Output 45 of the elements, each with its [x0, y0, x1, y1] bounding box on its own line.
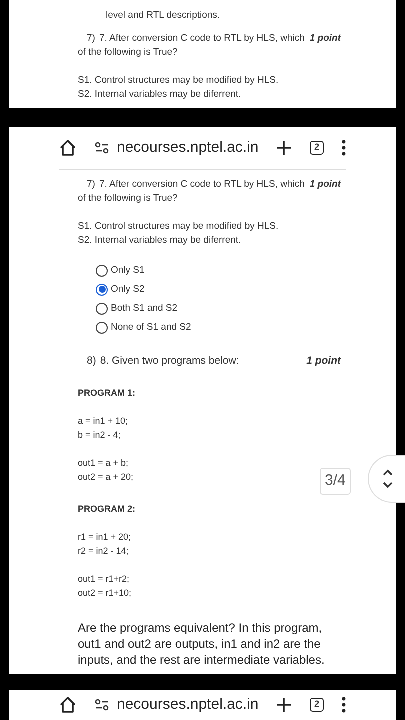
tab-count-button[interactable]: 2	[310, 141, 324, 155]
radio-button[interactable]	[96, 322, 108, 334]
statement-text: S2. Internal variables may be diferrent.	[78, 88, 242, 102]
question-description: Are the programs equivalent? In this program, out1 and out2 are outputs, in1 and in2 are the inputs, and the rest are intermediate variables.	[78, 620, 326, 668]
statement-text: S1. Control structures may be modified by HLS.	[78, 220, 280, 234]
site-settings-icon[interactable]	[95, 699, 109, 711]
code-line: out2 = a + 20;	[78, 471, 134, 484]
menu-icon[interactable]	[342, 140, 346, 156]
points-label: 1 point	[310, 32, 341, 46]
url-text[interactable]: necourses.nptel.ac.in	[117, 694, 259, 716]
points-label: 1 point	[306, 354, 341, 368]
site-settings-icon[interactable]	[95, 142, 109, 154]
option-label[interactable]: Only S2	[111, 282, 145, 296]
page-indicator: 3/4	[320, 468, 351, 494]
code-line: out2 = r1+10;	[78, 587, 132, 600]
new-tab-icon[interactable]	[276, 140, 292, 156]
radio-button[interactable]	[96, 284, 108, 296]
home-icon[interactable]	[59, 139, 77, 157]
code-line: a = in1 + 10;	[78, 415, 128, 428]
code-line: b = in2 - 4;	[78, 429, 121, 442]
question-text: 7) 7. After conversion C code to RTL by HLS, which of the following is True?	[78, 178, 306, 206]
statement-text: S2. Internal variables may be diferrent.	[78, 234, 242, 248]
radio-button[interactable]	[96, 264, 108, 276]
up-down-chevron-icon	[382, 468, 394, 490]
code-line: r1 = in1 + 20;	[78, 531, 132, 544]
radio-button[interactable]	[96, 302, 108, 314]
home-icon[interactable]	[59, 696, 77, 714]
option-label[interactable]: Both S1 and S2	[111, 302, 178, 316]
question-text: 8) 8. Given two programs below:	[86, 354, 240, 368]
code-line: out1 = a + b;	[78, 457, 129, 470]
scroll-button[interactable]	[368, 455, 405, 503]
program-heading: PROGRAM 2:	[78, 503, 137, 516]
menu-icon[interactable]	[342, 697, 346, 713]
tab-count-button[interactable]: 2	[310, 698, 324, 712]
text-line: level and RTL descriptions.	[106, 10, 220, 21]
code-line: r2 = in2 - 14;	[78, 545, 129, 558]
option-label[interactable]: Only S1	[111, 264, 145, 278]
code-line: out1 = r1+r2;	[78, 573, 130, 586]
question-text: 7) 7. After conversion C code to RTL by HLS, which of the following is True?	[78, 32, 306, 60]
program-heading: PROGRAM 1:	[78, 387, 137, 400]
points-label: 1 point	[310, 178, 341, 192]
new-tab-icon[interactable]	[276, 697, 292, 713]
url-text[interactable]: necourses.nptel.ac.in	[117, 136, 259, 160]
option-label[interactable]: None of S1 and S2	[111, 320, 192, 334]
statement-text: S1. Control structures may be modified by HLS.	[78, 74, 280, 88]
